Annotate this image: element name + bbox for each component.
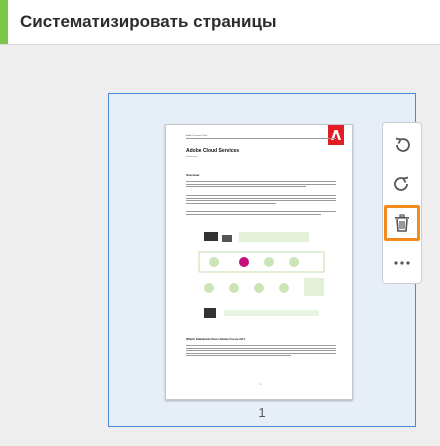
page-title: Систематизировать страницы xyxy=(20,12,277,31)
doc-footer-page: 1 xyxy=(260,383,262,386)
rotate-clockwise-button[interactable] xyxy=(386,168,418,200)
doc-paragraph-3 xyxy=(186,211,336,216)
doc-diagram xyxy=(198,232,325,318)
more-options-button[interactable] xyxy=(386,247,418,279)
doc-paragraph-1 xyxy=(186,181,336,189)
doc-header-rule xyxy=(186,138,336,139)
doc-subtitle: Solution brief xyxy=(186,156,198,158)
page-thumbnail-1[interactable]: Adobe Document Cloud Adobe Cloud Service… xyxy=(165,124,353,400)
doc-header-text: Adobe Document Cloud xyxy=(186,135,208,137)
panel-header: Систематизировать страницы xyxy=(0,0,440,45)
doc-paragraph-2 xyxy=(186,195,336,205)
header-accent-bar xyxy=(0,0,8,44)
page-number-label: 1 xyxy=(258,405,266,420)
more-options-icon xyxy=(392,253,412,273)
rotate-counterclockwise-button[interactable] xyxy=(386,129,418,161)
rotate-counterclockwise-icon xyxy=(392,135,412,155)
doc-paragraph-4 xyxy=(186,345,336,358)
adobe-logo-icon xyxy=(328,125,344,145)
delete-page-button[interactable] xyxy=(384,205,420,241)
trash-icon xyxy=(392,213,412,233)
doc-section-overview: Overview xyxy=(186,173,200,177)
doc-section-2: Which Standards Does Adobe Focus On? xyxy=(186,337,246,341)
doc-title: Adobe Cloud Services xyxy=(186,148,240,154)
rotate-clockwise-icon xyxy=(392,174,412,194)
page-actions-toolbar xyxy=(382,122,422,284)
